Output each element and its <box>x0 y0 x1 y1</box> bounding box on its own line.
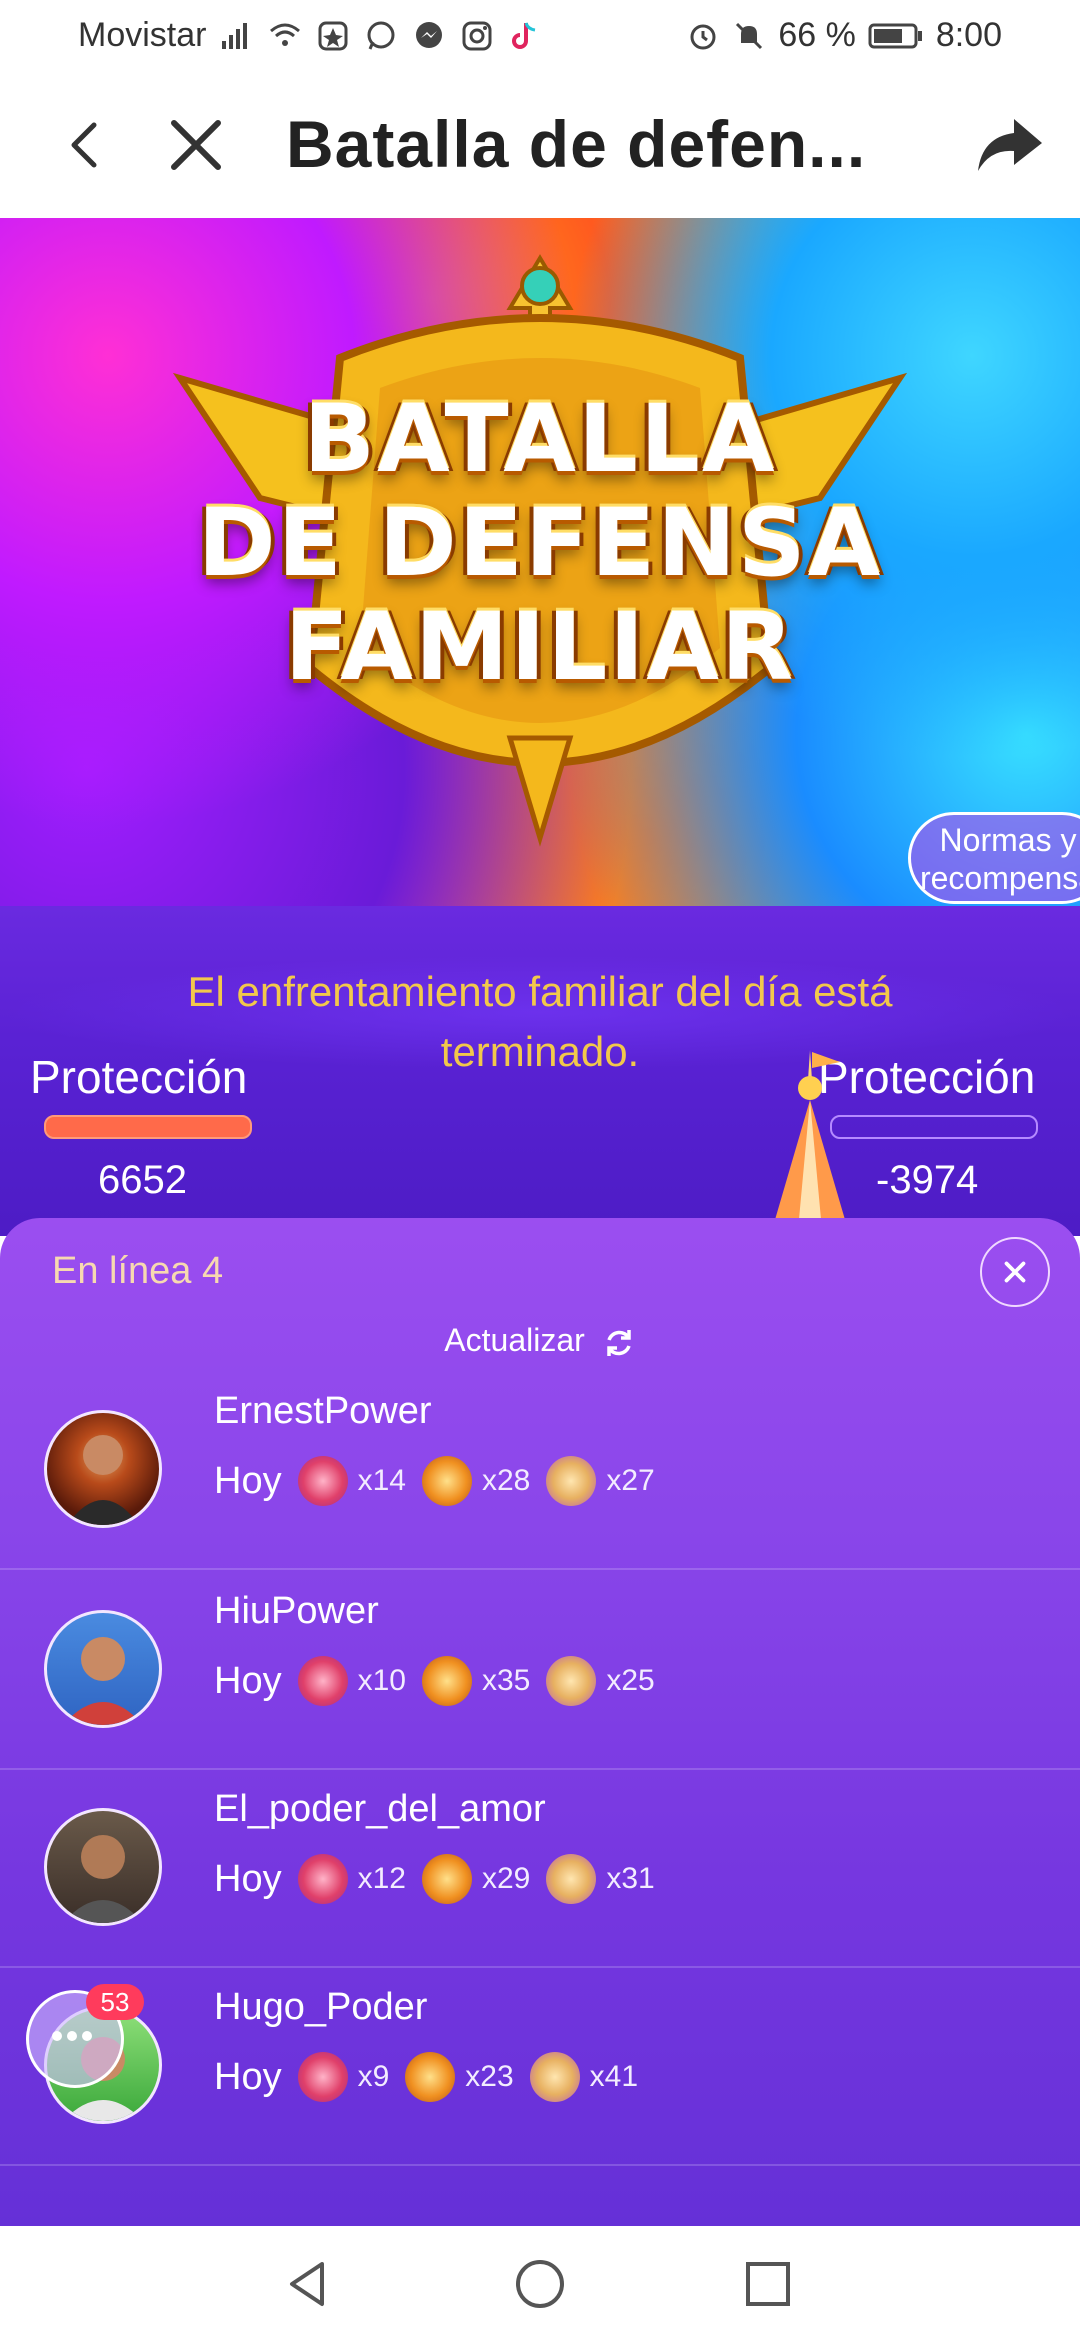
user-gift-stats: Hoy x12 x29 x31 <box>214 1854 671 1904</box>
nav-home-icon[interactable] <box>510 2254 570 2314</box>
tower-icon <box>772 1050 848 1230</box>
username: El_poder_del_amor <box>214 1788 546 1830</box>
medal-gift-icon <box>546 1854 597 1904</box>
right-protection-bar <box>830 1115 1038 1139</box>
user-gift-stats: Hoy x9 x23 x41 <box>214 2052 654 2102</box>
banner-title-line3: FAMILIAR <box>284 593 796 702</box>
clock: 8:00 <box>935 16 1002 54</box>
instagram-icon <box>462 21 492 50</box>
gift-count: x41 <box>589 2060 639 2093</box>
battery-percent: 66 % <box>778 16 856 54</box>
refresh-label: Actualizar <box>444 1322 585 1358</box>
left-protection-label: Protección <box>30 1051 248 1103</box>
messenger-icon <box>416 21 443 48</box>
battery-icon <box>868 23 922 48</box>
right-protection-score: -3974 <box>876 1158 979 1202</box>
nav-back-icon[interactable] <box>278 2254 338 2314</box>
banner-title: BATALLA DE DEFENSA FAMILIAR <box>150 388 930 700</box>
refresh-icon <box>606 1329 631 1356</box>
title-bar: Batalla de defen... <box>0 75 1080 218</box>
wifi-icon <box>270 23 301 46</box>
rules-rewards-button[interactable]: Normas y recompensa <box>908 812 1080 904</box>
avatar[interactable] <box>44 1610 162 1728</box>
activity-day: Hoy <box>214 1459 282 1502</box>
event-banner: BATALLA DE DEFENSA FAMILIAR Normas y rec… <box>0 218 1080 906</box>
close-icon[interactable] <box>156 105 236 185</box>
gift-count: x10 <box>357 1664 406 1697</box>
gift-count: x25 <box>606 1664 655 1697</box>
medal-gift-icon <box>546 1656 597 1706</box>
banner-title-line2: DE DEFENSA <box>197 489 883 598</box>
signal-icon <box>222 22 248 49</box>
gift-count: x9 <box>357 2060 390 2093</box>
user-row[interactable]: ErnestPower Hoy x14 x28 x27 <box>0 1370 1080 1570</box>
left-protection-bar <box>44 1115 252 1139</box>
crystal-gift-icon <box>297 1656 348 1706</box>
user-gift-stats: Hoy x10 x35 x25 <box>214 1656 671 1706</box>
online-count-title: En línea 4 <box>52 1250 224 1292</box>
gift-count: x27 <box>606 1464 655 1497</box>
activity-day: Hoy <box>214 1659 282 1702</box>
app-notification-icon <box>318 21 348 50</box>
medal-gift-icon <box>546 1456 597 1506</box>
crystal-gift-icon <box>297 2052 348 2102</box>
activity-day: Hoy <box>214 2055 282 2098</box>
avatar[interactable] <box>44 1808 162 1926</box>
activity-day: Hoy <box>214 1857 282 1900</box>
status-bar: Movistar 66 % 8:00 <box>0 0 1080 75</box>
gift-count: x35 <box>481 1664 531 1697</box>
gift-count: x12 <box>357 1862 406 1895</box>
user-row[interactable]: Hugo_Poder Hoy x9 x23 x41 <box>0 1966 1080 2166</box>
close-sheet-icon[interactable] <box>980 1237 1050 1307</box>
book-gift-icon <box>405 2052 456 2102</box>
book-gift-icon <box>421 1854 472 1904</box>
crystal-gift-icon <box>297 1456 348 1506</box>
left-protection-score: 6652 <box>98 1158 187 1202</box>
page-title: Batalla de defen... <box>286 107 867 181</box>
gift-count: x28 <box>481 1464 531 1497</box>
book-gift-icon <box>421 1456 472 1506</box>
book-gift-icon <box>421 1656 472 1706</box>
system-nav-bar <box>0 2226 1080 2340</box>
username: HiuPower <box>214 1590 379 1632</box>
user-row[interactable]: El_poder_del_amor Hoy x12 x29 x31 <box>0 1768 1080 1968</box>
crystal-gift-icon <box>297 1854 348 1904</box>
user-row[interactable]: HiuPower Hoy x10 x35 x25 <box>0 1570 1080 1770</box>
username: ErnestPower <box>214 1390 432 1432</box>
username: Hugo_Poder <box>214 1986 428 2028</box>
gift-count: x23 <box>465 2060 514 2093</box>
carrier-name: Movistar <box>78 16 207 54</box>
gift-count: x29 <box>481 1862 531 1895</box>
banner-title-line1: BATALLA <box>303 385 777 494</box>
whatsapp-icon <box>367 21 395 50</box>
unread-badge: 53 <box>86 1984 144 2020</box>
avatar[interactable] <box>44 1410 162 1528</box>
user-gift-stats: Hoy x14 x28 x27 <box>214 1456 671 1506</box>
back-arrow-icon[interactable] <box>48 105 128 185</box>
gift-count: x14 <box>357 1464 406 1497</box>
refresh-button[interactable]: Actualizar <box>0 1322 1080 1360</box>
nav-recents-icon[interactable] <box>738 2254 798 2314</box>
medal-gift-icon <box>529 2052 580 2102</box>
gift-count: x31 <box>606 1862 655 1895</box>
share-icon[interactable] <box>970 105 1050 185</box>
bell-muted-icon <box>736 22 763 49</box>
tiktok-icon <box>512 21 536 49</box>
alarm-icon <box>690 24 716 49</box>
